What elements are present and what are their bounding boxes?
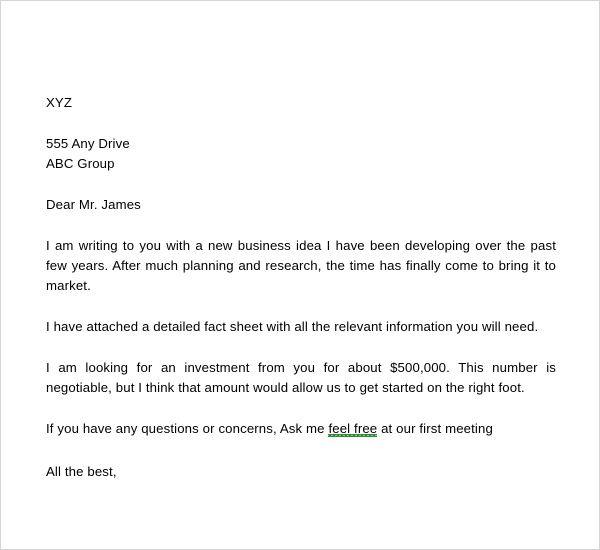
sender-name: XYZ bbox=[46, 95, 73, 110]
paragraph-intro: I am writing to you with a new business … bbox=[46, 238, 556, 293]
paragraph-attachment: I have attached a detailed fact sheet wi… bbox=[46, 319, 539, 334]
sender-address: 555 Any Drive ABC Group bbox=[46, 134, 556, 174]
sign-off: All the best, bbox=[46, 464, 117, 479]
paragraph-questions: If you have any questions or concerns, A… bbox=[46, 419, 556, 439]
salutation: Dear Mr. James bbox=[46, 197, 141, 212]
questions-text-before: If you have any questions or concerns, A… bbox=[46, 421, 329, 436]
paragraph-investment: I am looking for an investment from you … bbox=[46, 360, 556, 395]
document-page: XYZ 555 Any Drive ABC Group Dear Mr. Jam… bbox=[0, 0, 600, 550]
spellcheck-marked-text[interactable]: feel free bbox=[328, 421, 378, 437]
questions-text-after: at our first meeting bbox=[377, 421, 493, 436]
letter-content: XYZ 555 Any Drive ABC Group Dear Mr. Jam… bbox=[46, 1, 556, 482]
address-organization: ABC Group bbox=[46, 156, 115, 171]
address-street: 555 Any Drive bbox=[46, 136, 130, 151]
